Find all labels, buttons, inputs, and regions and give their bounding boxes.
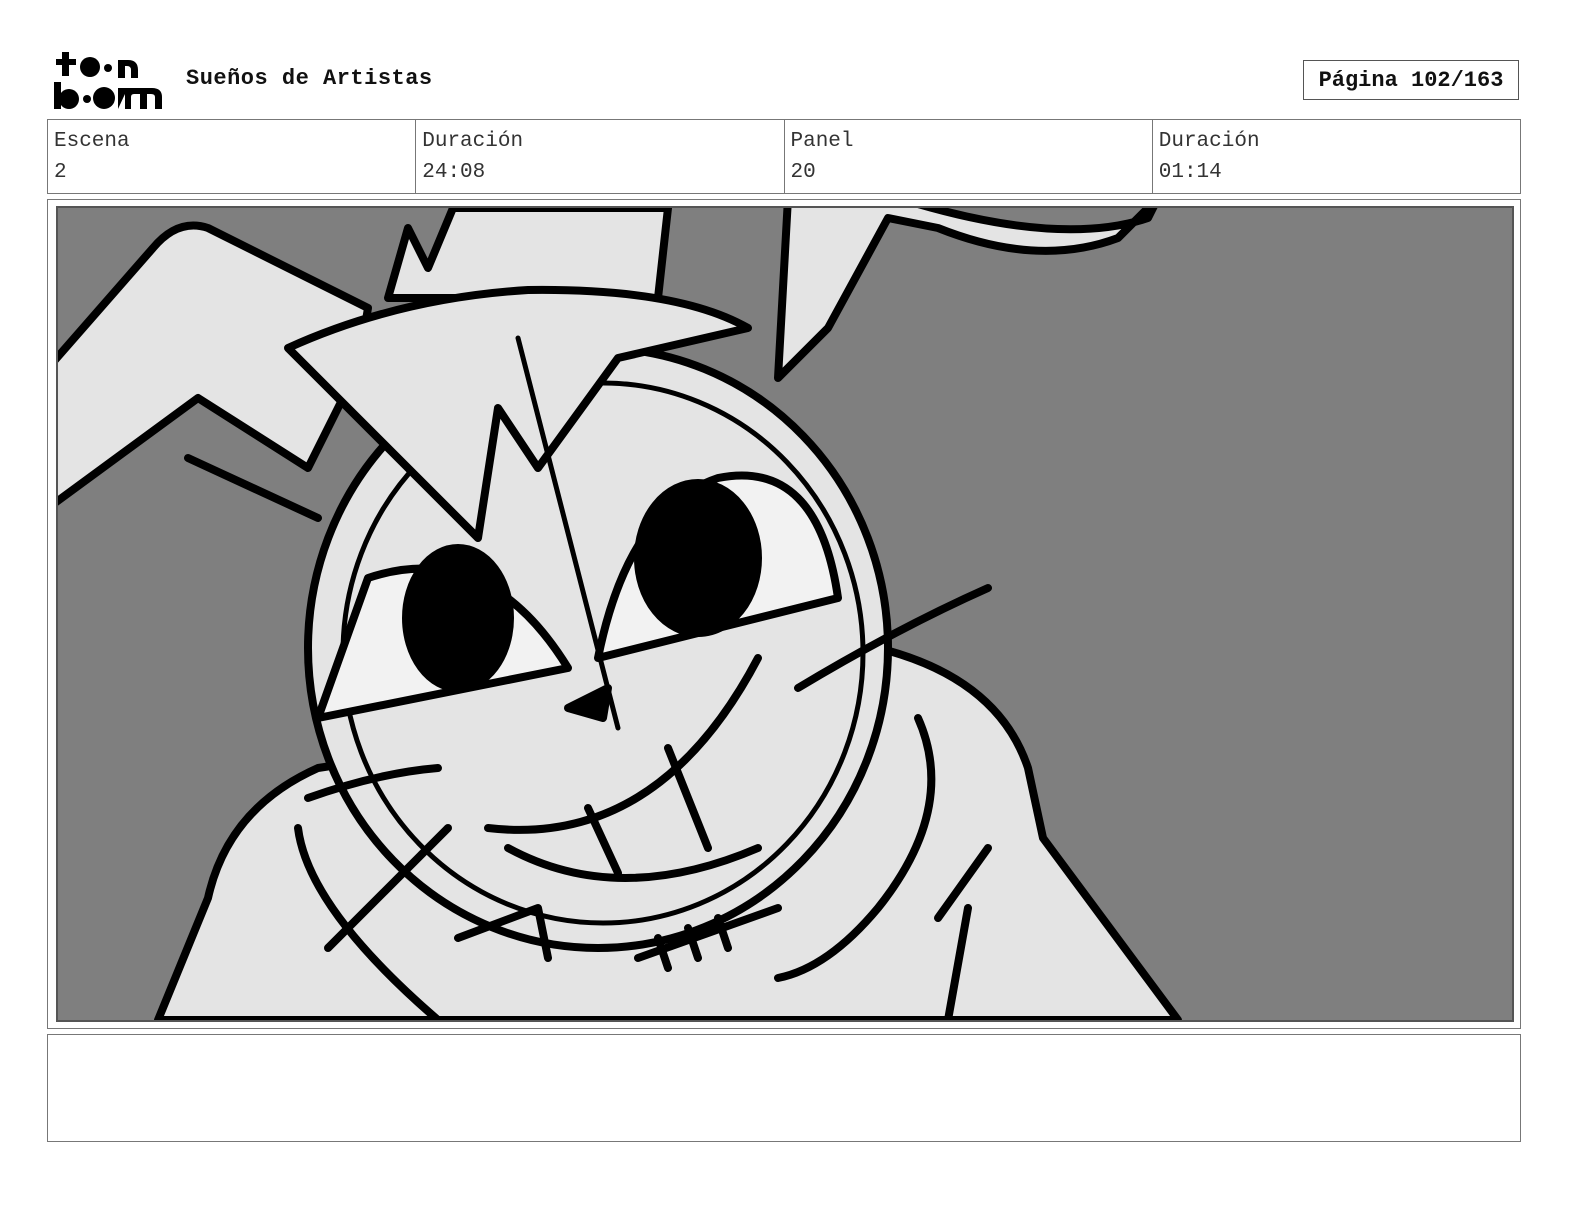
panel-drawing xyxy=(56,206,1514,1022)
scene-value: 2 xyxy=(54,161,67,184)
scene-label: Escena xyxy=(54,130,130,153)
panel-label: Panel xyxy=(790,130,854,153)
rabbit-sketch xyxy=(58,208,1182,1020)
panel-value: 20 xyxy=(790,161,816,184)
toon-boom-logo xyxy=(52,50,164,112)
panel-duration-label: Duración xyxy=(1158,130,1260,153)
scene-duration-label: Duración xyxy=(422,130,524,153)
scene-duration-cell: Duración 24:08 xyxy=(416,120,785,193)
panel-info-table: Escena 2 Duración 24:08 Panel 20 Duració… xyxy=(47,119,1521,194)
page-number: Página 102/163 xyxy=(1303,60,1519,100)
project-title: Sueños de Artistas xyxy=(186,66,433,91)
panel-notes xyxy=(47,1034,1521,1142)
panel-duration-cell: Duración 01:14 xyxy=(1153,120,1520,193)
panel-duration-value: 01:14 xyxy=(1158,161,1222,184)
rabbit-character xyxy=(58,208,1182,1020)
scene-duration-value: 24:08 xyxy=(422,161,486,184)
storyboard-panel xyxy=(47,199,1521,1029)
scene-cell: Escena 2 xyxy=(48,120,417,193)
panel-cell: Panel 20 xyxy=(785,120,1153,193)
